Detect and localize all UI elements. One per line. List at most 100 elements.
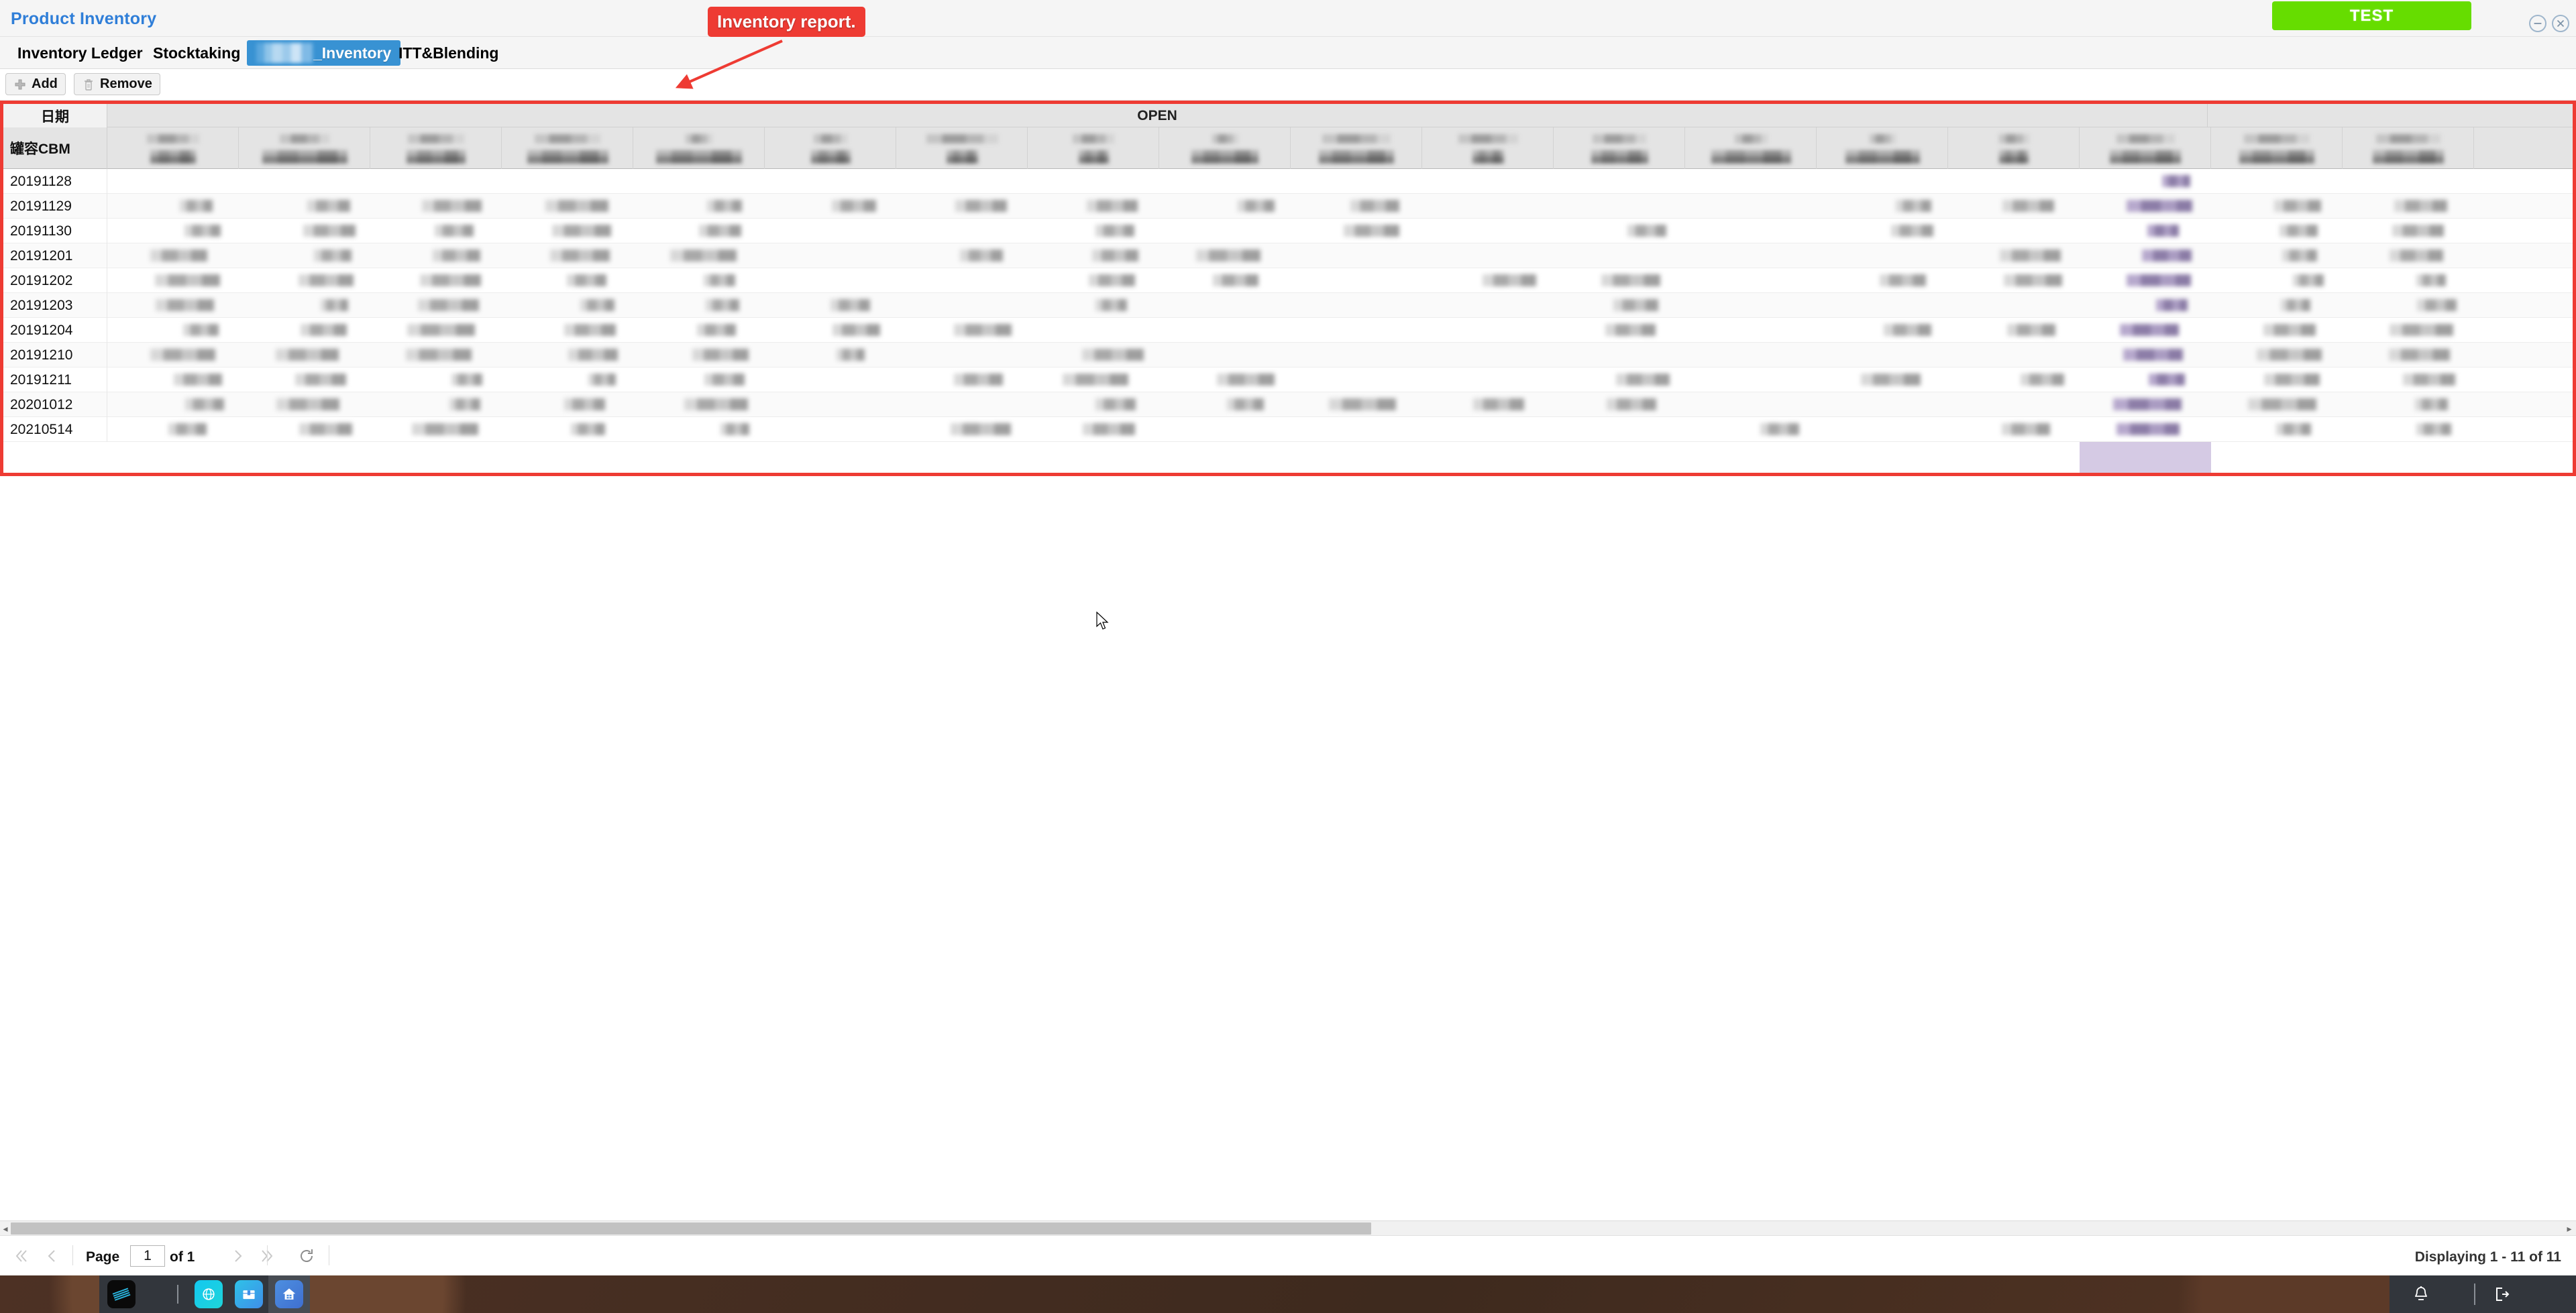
column-header-redacted[interactable] (1028, 127, 1159, 169)
cell-redacted[interactable] (2343, 367, 2474, 392)
cell-redacted[interactable] (633, 367, 765, 392)
cell-redacted[interactable] (2211, 367, 2343, 392)
cell-redacted[interactable] (239, 194, 370, 219)
cell-redacted[interactable] (2343, 392, 2474, 417)
cell-redacted[interactable] (1685, 194, 1817, 219)
cell-redacted[interactable] (370, 417, 502, 442)
cell-redacted[interactable] (1159, 367, 1291, 392)
cell-redacted[interactable] (1422, 293, 1554, 318)
cell-redacted[interactable] (502, 268, 633, 293)
table-row[interactable]: 20191201 (3, 243, 2573, 268)
cell-redacted[interactable] (107, 268, 239, 293)
cell-redacted[interactable] (2211, 392, 2343, 417)
cell-redacted[interactable] (633, 293, 765, 318)
cell-redacted[interactable] (239, 219, 370, 243)
browser-globe-icon[interactable] (195, 1280, 223, 1308)
cell-redacted[interactable] (502, 343, 633, 367)
cell-redacted[interactable] (2080, 194, 2211, 219)
column-header-redacted[interactable] (1291, 127, 1422, 169)
table-row[interactable]: 20210514 (3, 417, 2573, 442)
cell-redacted[interactable] (1554, 343, 1685, 367)
table-row[interactable]: 20201012 (3, 392, 2573, 417)
cell-redacted[interactable] (1817, 243, 1948, 268)
cell-redacted[interactable] (1159, 318, 1291, 343)
cell-redacted[interactable] (896, 367, 1028, 392)
cell-redacted[interactable] (2211, 343, 2343, 367)
column-header-redacted[interactable] (1948, 127, 2080, 169)
cell-redacted[interactable] (1554, 268, 1685, 293)
cell-redacted[interactable] (239, 169, 370, 194)
cell-redacted[interactable] (1028, 293, 1159, 318)
cell-redacted[interactable] (239, 318, 370, 343)
cell-redacted[interactable] (1948, 343, 2080, 367)
cell-redacted[interactable] (896, 392, 1028, 417)
cell-redacted[interactable] (896, 318, 1028, 343)
cell-redacted[interactable] (1159, 293, 1291, 318)
cell-redacted[interactable] (1554, 417, 1685, 442)
ibm-icon[interactable] (107, 1280, 136, 1308)
cell-redacted[interactable] (2211, 194, 2343, 219)
cell-redacted[interactable] (1422, 417, 1554, 442)
cell-redacted[interactable] (107, 219, 239, 243)
cell-redacted[interactable] (370, 392, 502, 417)
cell-redacted[interactable] (633, 243, 765, 268)
cell-redacted[interactable] (1422, 318, 1554, 343)
cell-redacted[interactable] (370, 219, 502, 243)
table-row[interactable]: 20191211 (3, 367, 2573, 392)
cell-redacted[interactable] (1422, 169, 1554, 194)
cell-redacted[interactable] (2080, 268, 2211, 293)
cell-redacted[interactable] (1422, 219, 1554, 243)
cell-redacted[interactable] (1685, 392, 1817, 417)
cell-redacted[interactable] (2080, 343, 2211, 367)
cell-redacted[interactable] (1685, 343, 1817, 367)
cell-redacted[interactable] (502, 392, 633, 417)
cell-redacted[interactable] (2211, 169, 2343, 194)
cell-redacted[interactable] (1422, 392, 1554, 417)
cell-redacted[interactable] (502, 367, 633, 392)
tab-inventory-ledger[interactable]: Inventory Ledger (8, 40, 152, 66)
cell-redacted[interactable] (1422, 268, 1554, 293)
cell-redacted[interactable] (896, 219, 1028, 243)
cell-redacted[interactable] (107, 343, 239, 367)
column-header-date[interactable]: 日期 (3, 104, 107, 127)
cell-redacted[interactable] (1948, 417, 2080, 442)
column-header-redacted[interactable] (765, 127, 896, 169)
column-header-redacted[interactable] (1422, 127, 1554, 169)
cell-redacted[interactable] (502, 169, 633, 194)
column-header-redacted[interactable] (2211, 127, 2343, 169)
cell-redacted[interactable] (1291, 318, 1422, 343)
add-button[interactable]: Add (5, 73, 66, 95)
first-page-icon[interactable] (9, 1245, 32, 1267)
cell-redacted[interactable] (633, 194, 765, 219)
cell-redacted[interactable] (1685, 169, 1817, 194)
cell-redacted[interactable] (1948, 169, 2080, 194)
cell-redacted[interactable] (1685, 293, 1817, 318)
cell-redacted[interactable] (765, 318, 896, 343)
cell-redacted[interactable] (1291, 194, 1422, 219)
cell-redacted[interactable] (502, 293, 633, 318)
cell-redacted[interactable] (2080, 367, 2211, 392)
cell-redacted[interactable] (1291, 169, 1422, 194)
cell-redacted[interactable] (765, 367, 896, 392)
cell-redacted[interactable] (239, 392, 370, 417)
cell-redacted[interactable] (1028, 392, 1159, 417)
box-icon[interactable] (235, 1280, 263, 1308)
cell-redacted[interactable] (1685, 318, 1817, 343)
cell-redacted[interactable] (765, 243, 896, 268)
cell-redacted[interactable] (1948, 367, 2080, 392)
cell-redacted[interactable] (1291, 243, 1422, 268)
cell-redacted[interactable] (633, 318, 765, 343)
tab-stocktaking[interactable]: Stocktaking (144, 40, 250, 66)
cell-redacted[interactable] (2080, 417, 2211, 442)
cell-redacted[interactable] (370, 318, 502, 343)
cell-redacted[interactable] (1817, 194, 1948, 219)
cell-redacted[interactable] (1554, 367, 1685, 392)
cell-redacted[interactable] (2343, 219, 2474, 243)
cell-redacted[interactable] (633, 417, 765, 442)
column-header-redacted[interactable] (896, 127, 1028, 169)
cell-redacted[interactable] (107, 194, 239, 219)
test-button[interactable]: TEST (2272, 1, 2471, 30)
cell-redacted[interactable] (1422, 343, 1554, 367)
scroll-left-icon[interactable]: ◂ (1, 1223, 10, 1234)
last-page-icon[interactable] (256, 1245, 279, 1267)
